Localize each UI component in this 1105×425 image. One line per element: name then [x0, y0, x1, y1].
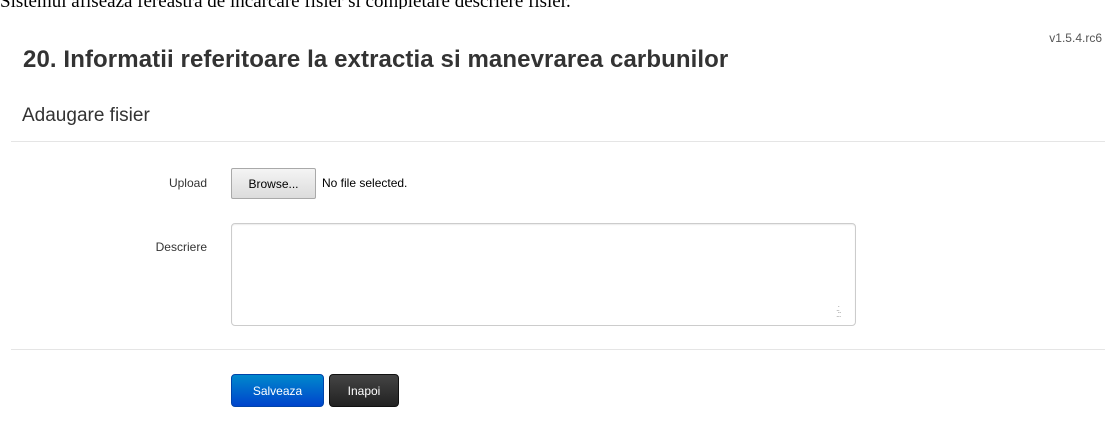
description-label: Descriere — [155, 240, 207, 254]
page-title: 20. Informatii referitoare la extractia … — [23, 46, 729, 73]
save-button[interactable]: Salveaza — [231, 374, 324, 407]
upload-label: Upload — [168, 176, 207, 190]
version-label: v1.5.4.rc6 — [1049, 31, 1102, 45]
divider-top — [11, 141, 1105, 142]
section-subtitle: Adaugare fisier — [22, 105, 150, 126]
resize-grip-icon[interactable]: .:.:: — [836, 304, 848, 319]
back-button[interactable]: Inapoi — [329, 374, 399, 407]
browse-button[interactable]: Browse... — [231, 168, 316, 199]
file-status-text: No file selected. — [322, 176, 408, 190]
divider-bottom — [11, 349, 1105, 350]
description-textarea[interactable] — [231, 223, 856, 326]
form-panel: v1.5.4.rc6 20. Informatii referitoare la… — [11, 9, 1105, 425]
